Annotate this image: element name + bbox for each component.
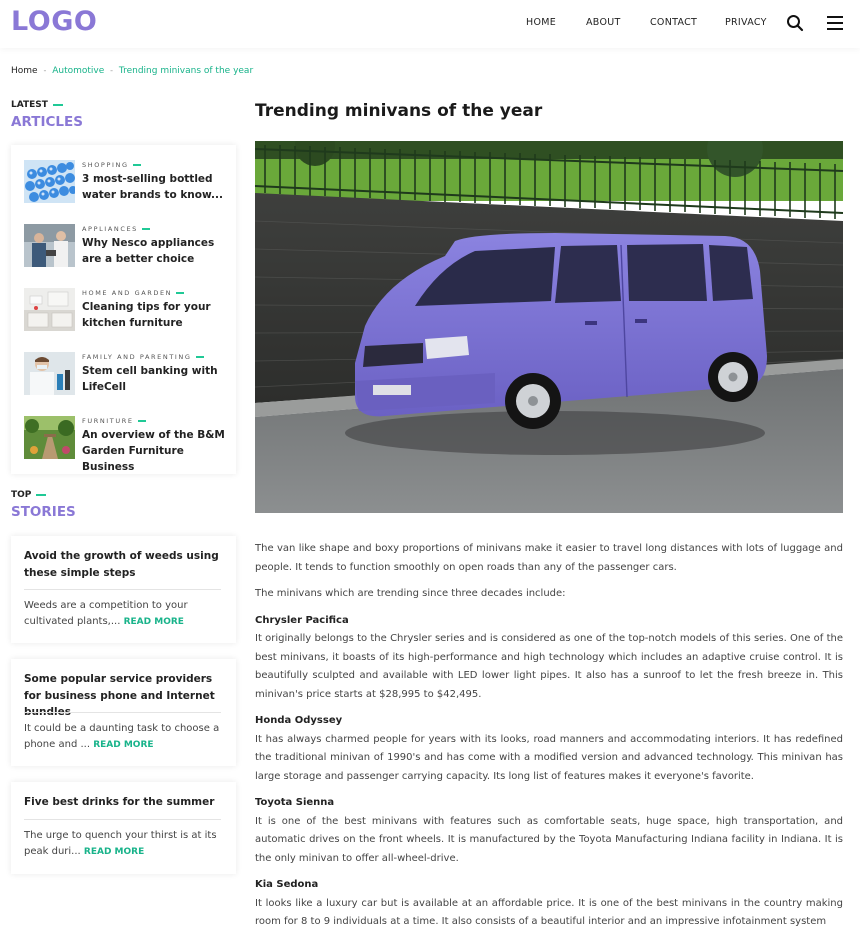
accent-dash: [137, 420, 146, 422]
story-excerpt: The urge to quench your thirst is at its…: [24, 828, 224, 860]
story-excerpt: It could be a daunting task to choose a …: [24, 721, 224, 753]
read-more-link[interactable]: READ MORE: [93, 740, 153, 750]
nav-privacy[interactable]: PRIVACY: [725, 17, 767, 28]
minivan-hero-image: [255, 141, 843, 513]
accent-dash: [132, 164, 141, 166]
breadcrumb-current[interactable]: Trending minivans of the year: [119, 66, 253, 76]
section-heading: Honda Odyssey: [255, 715, 343, 726]
article-category: APPLIANCES: [82, 225, 150, 233]
story-title[interactable]: Five best drinks for the summer: [24, 794, 224, 811]
nav-about[interactable]: ABOUT: [586, 17, 621, 28]
search-icon[interactable]: [786, 14, 804, 32]
section-heading: Kia Sedona: [255, 879, 319, 890]
top-story-card[interactable]: Five best drinks for the summer The urge…: [11, 782, 236, 874]
appliances-meeting-thumbnail: [24, 224, 75, 267]
garden-thumbnail: [24, 416, 75, 459]
section-text: It is one of the best minivans with feat…: [255, 815, 843, 864]
latest-article-item[interactable]: FAMILY AND PARENTING Stem cell banking w…: [24, 352, 229, 398]
latest-article-item[interactable]: APPLIANCES Why Nesco appliances are a be…: [24, 224, 229, 270]
top-story-card[interactable]: Avoid the growth of weeds using these si…: [11, 536, 236, 643]
article-category: FURNITURE: [82, 417, 146, 425]
accent-dash: [36, 493, 47, 496]
story-divider: [24, 589, 221, 590]
latest-kicker-text: LATEST: [11, 100, 48, 110]
water-bottles-thumbnail: [24, 160, 75, 203]
category-text: FURNITURE: [82, 417, 134, 425]
article-category: FAMILY AND PARENTING: [82, 353, 204, 361]
article-body: The van like shape and boxy proportions …: [255, 540, 843, 940]
latest-article-item[interactable]: SHOPPING 3 most-selling bottled water br…: [24, 160, 229, 206]
nav-home[interactable]: HOME: [526, 17, 556, 28]
article-title[interactable]: 3 most-selling bottled water brands to k…: [82, 171, 230, 203]
top-kicker: TOP: [11, 490, 47, 500]
latest-article-item[interactable]: HOME AND GARDEN Cleaning tips for your k…: [24, 288, 229, 334]
article-title[interactable]: Stem cell banking with LifeCell: [82, 363, 230, 395]
breadcrumb-separator: -: [43, 66, 47, 75]
story-divider: [24, 712, 221, 713]
breadcrumb: Home - Automotive - Trending minivans of…: [11, 66, 256, 76]
read-more-link[interactable]: READ MORE: [124, 617, 184, 627]
category-text: APPLIANCES: [82, 225, 138, 233]
latest-kicker: LATEST: [11, 100, 63, 110]
latest-heading: ARTICLES: [11, 114, 83, 130]
accent-dash: [141, 228, 150, 230]
section-heading: Toyota Sienna: [255, 797, 335, 808]
section-heading: Chrysler Pacifica: [255, 614, 349, 626]
latest-article-item[interactable]: FURNITURE An overview of the B&M Garden …: [24, 416, 229, 473]
article-lead: The minivans which are trending since th…: [255, 588, 566, 599]
article-category: SHOPPING: [82, 161, 141, 169]
stories-heading: STORIES: [11, 504, 76, 520]
accent-dash: [176, 292, 185, 294]
story-divider: [24, 819, 221, 820]
article-title[interactable]: An overview of the B&M Garden Furniture …: [82, 427, 230, 475]
breadcrumb-separator: -: [110, 66, 114, 75]
article-intro: The van like shape and boxy proportions …: [255, 543, 843, 573]
accent-dash: [52, 103, 63, 106]
story-excerpt: Weeds are a competition to your cultivat…: [24, 598, 224, 630]
section-text: It has always charmed people for years w…: [255, 733, 843, 782]
story-title[interactable]: Avoid the growth of weeds using these si…: [24, 548, 224, 581]
category-text: FAMILY AND PARENTING: [82, 353, 192, 361]
site-header: LOGO HOME ABOUT CONTACT PRIVACY: [0, 0, 860, 48]
nav-contact[interactable]: CONTACT: [650, 17, 697, 28]
top-story-card[interactable]: Some popular service providers for busin…: [11, 659, 236, 766]
hamburger-menu-icon[interactable]: [826, 14, 844, 32]
article-category: HOME AND GARDEN: [82, 289, 185, 297]
breadcrumb-automotive[interactable]: Automotive: [52, 66, 104, 76]
top-kicker-text: TOP: [11, 490, 32, 500]
read-more-link[interactable]: READ MORE: [84, 847, 144, 857]
accent-dash: [195, 356, 204, 358]
breadcrumb-home[interactable]: Home: [11, 66, 38, 76]
lab-scientist-thumbnail: [24, 352, 75, 395]
article-title[interactable]: Cleaning tips for your kitchen furniture: [82, 299, 230, 331]
article-title: Trending minivans of the year: [255, 101, 543, 121]
kitchen-thumbnail: [24, 288, 75, 331]
category-text: HOME AND GARDEN: [82, 289, 173, 297]
category-text: SHOPPING: [82, 161, 129, 169]
section-text: It originally belongs to the Chrysler se…: [255, 633, 843, 700]
site-logo[interactable]: LOGO: [11, 6, 97, 37]
story-title[interactable]: Some popular service providers for busin…: [24, 671, 224, 721]
section-text: It looks like a luxury car but is availa…: [255, 897, 843, 928]
article-title[interactable]: Why Nesco appliances are a better choice: [82, 235, 230, 267]
latest-articles-card: SHOPPING 3 most-selling bottled water br…: [11, 145, 236, 474]
